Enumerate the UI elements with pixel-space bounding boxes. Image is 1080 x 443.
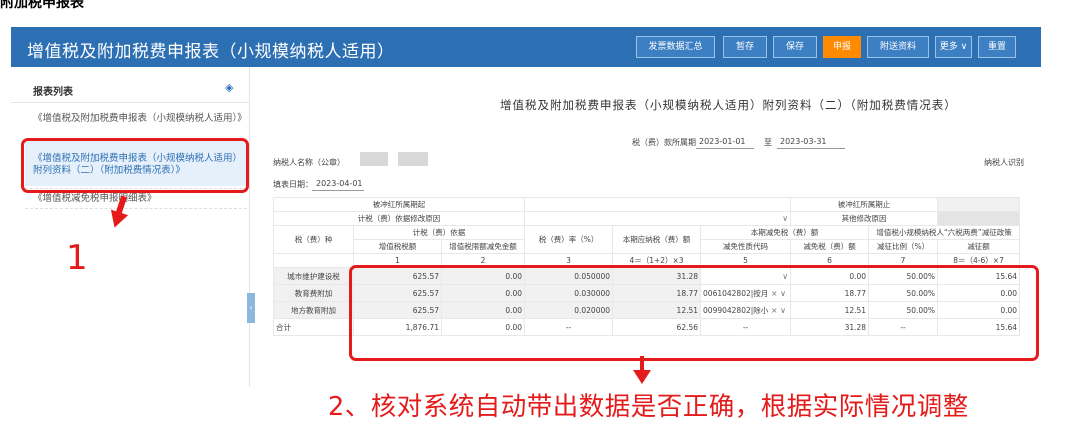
fill-date-underline xyxy=(312,190,364,191)
basis-reason-select[interactable]: ∨ xyxy=(524,211,792,226)
other-reason-label: 其他修改原因 xyxy=(790,211,939,226)
period-end-underline xyxy=(777,148,845,149)
header-current-payable: 本期应纳税（费）额 xyxy=(612,225,702,254)
basis-reason-label: 计税（费）依据修改原因 xyxy=(272,211,526,226)
header-reduction-amount: 减免税（费）额 xyxy=(790,239,870,254)
period-to: 至 xyxy=(764,138,772,147)
offset-start-label: 被冲红所属期起 xyxy=(272,197,526,212)
header-reduction-ratio: 减征比例（%） xyxy=(868,239,939,254)
page-heading-fragment: 附加税申报表 xyxy=(0,0,84,10)
more-button[interactable]: 更多 ∨ xyxy=(935,36,972,58)
window-title: 增值税及附加税费申报表（小规模纳税人适用） xyxy=(27,42,395,62)
offset-end-label: 被冲红所属期止 xyxy=(790,197,939,212)
period-start-underline xyxy=(696,148,754,149)
tax-type-cell: 地方教育附加 xyxy=(273,301,354,319)
total-label: 合计 xyxy=(273,318,354,336)
header-limit-reduction: 增值税限额减免金额 xyxy=(440,239,526,254)
header-reduction-sum: 减征额 xyxy=(937,239,1021,254)
other-reason-input[interactable] xyxy=(937,211,1021,226)
header-reduction-group: 本期减免税（费）额 xyxy=(700,225,870,240)
fill-date-value[interactable]: 2023-04-01 xyxy=(316,179,363,188)
header-tax-type: 税（费）种 xyxy=(273,225,354,254)
collapse-arrow-icon[interactable]: ‹ xyxy=(247,293,255,323)
more-label: 更多 xyxy=(939,42,958,52)
chevron-down-icon: ∨ xyxy=(782,214,789,223)
fill-date-label: 填表日期： xyxy=(273,180,313,189)
taxpayer-id-label: 纳税人识别 xyxy=(984,158,1024,167)
period-label: 税（费）款所属期 xyxy=(632,138,696,147)
header-rate: 税（费）率（%） xyxy=(524,225,614,254)
invoice-summary-button[interactable]: 发票数据汇总 xyxy=(636,36,715,58)
report-item-main[interactable]: 《增值税及附加税费申报表（小规模纳税人适用）》 xyxy=(33,113,247,125)
reset-button[interactable]: 重置 xyxy=(978,36,1016,58)
divider xyxy=(25,208,247,209)
highlight-box-1 xyxy=(21,138,249,193)
taxpayer-name-redacted xyxy=(360,152,388,166)
temp-save-button[interactable]: 暂存 xyxy=(723,36,767,58)
report-list-title: 报表列表 xyxy=(33,87,73,98)
period-start[interactable]: 2023-01-01 xyxy=(699,137,746,146)
highlight-box-2 xyxy=(349,265,1039,361)
taxpayer-name-label: 纳税人名称（公章） xyxy=(273,158,345,167)
header-six-taxes: 增值税小规模纳税人“六税两费”减征政策 xyxy=(868,225,1021,240)
taxpayer-name-redacted xyxy=(398,152,428,166)
tax-type-cell: 教育费附加 xyxy=(273,284,354,302)
offset-end-input[interactable] xyxy=(937,197,1021,212)
report-list-sidebar: 报表列表 ◈ 《增值税及附加税费申报表（小规模纳税人适用）》 《增值税及附加税费… xyxy=(11,67,250,387)
form-title: 增值税及附加税费申报表（小规模纳税人适用）附列资料（二）（附加税费情况表） xyxy=(500,98,957,112)
offset-start-input[interactable] xyxy=(524,197,792,212)
annotation-arrow-2-head xyxy=(633,370,651,384)
layers-icon[interactable]: ◈ xyxy=(225,82,237,94)
header-vat: 增值税税额 xyxy=(353,239,442,254)
annotation-label-1: 1 xyxy=(66,238,88,278)
header-basis: 计税（费）依据 xyxy=(352,225,526,240)
report-item-exemption[interactable]: 《增值税减免税申报明细表》 xyxy=(33,193,243,205)
annotation-label-2: 2、核对系统自动带出数据是否正确，根据实际情况调整 xyxy=(328,392,969,422)
report-list-header: 报表列表 ◈ xyxy=(11,79,250,103)
save-button[interactable]: 保存 xyxy=(773,36,817,58)
tax-type-cell: 城市维护建设税 xyxy=(273,267,354,285)
declare-button[interactable]: 申报 xyxy=(823,36,861,58)
window-header: 增值税及附加税费申报表（小规模纳税人适用） 发票数据汇总 暂存 保存 申报 附送… xyxy=(11,27,1041,67)
chevron-down-icon: ∨ xyxy=(960,42,968,52)
attachments-button[interactable]: 附送资料 xyxy=(867,36,929,58)
period-end[interactable]: 2023-03-31 xyxy=(780,137,827,146)
header-reduction-code: 减免性质代码 xyxy=(700,239,792,254)
col-number-blank xyxy=(273,253,354,268)
